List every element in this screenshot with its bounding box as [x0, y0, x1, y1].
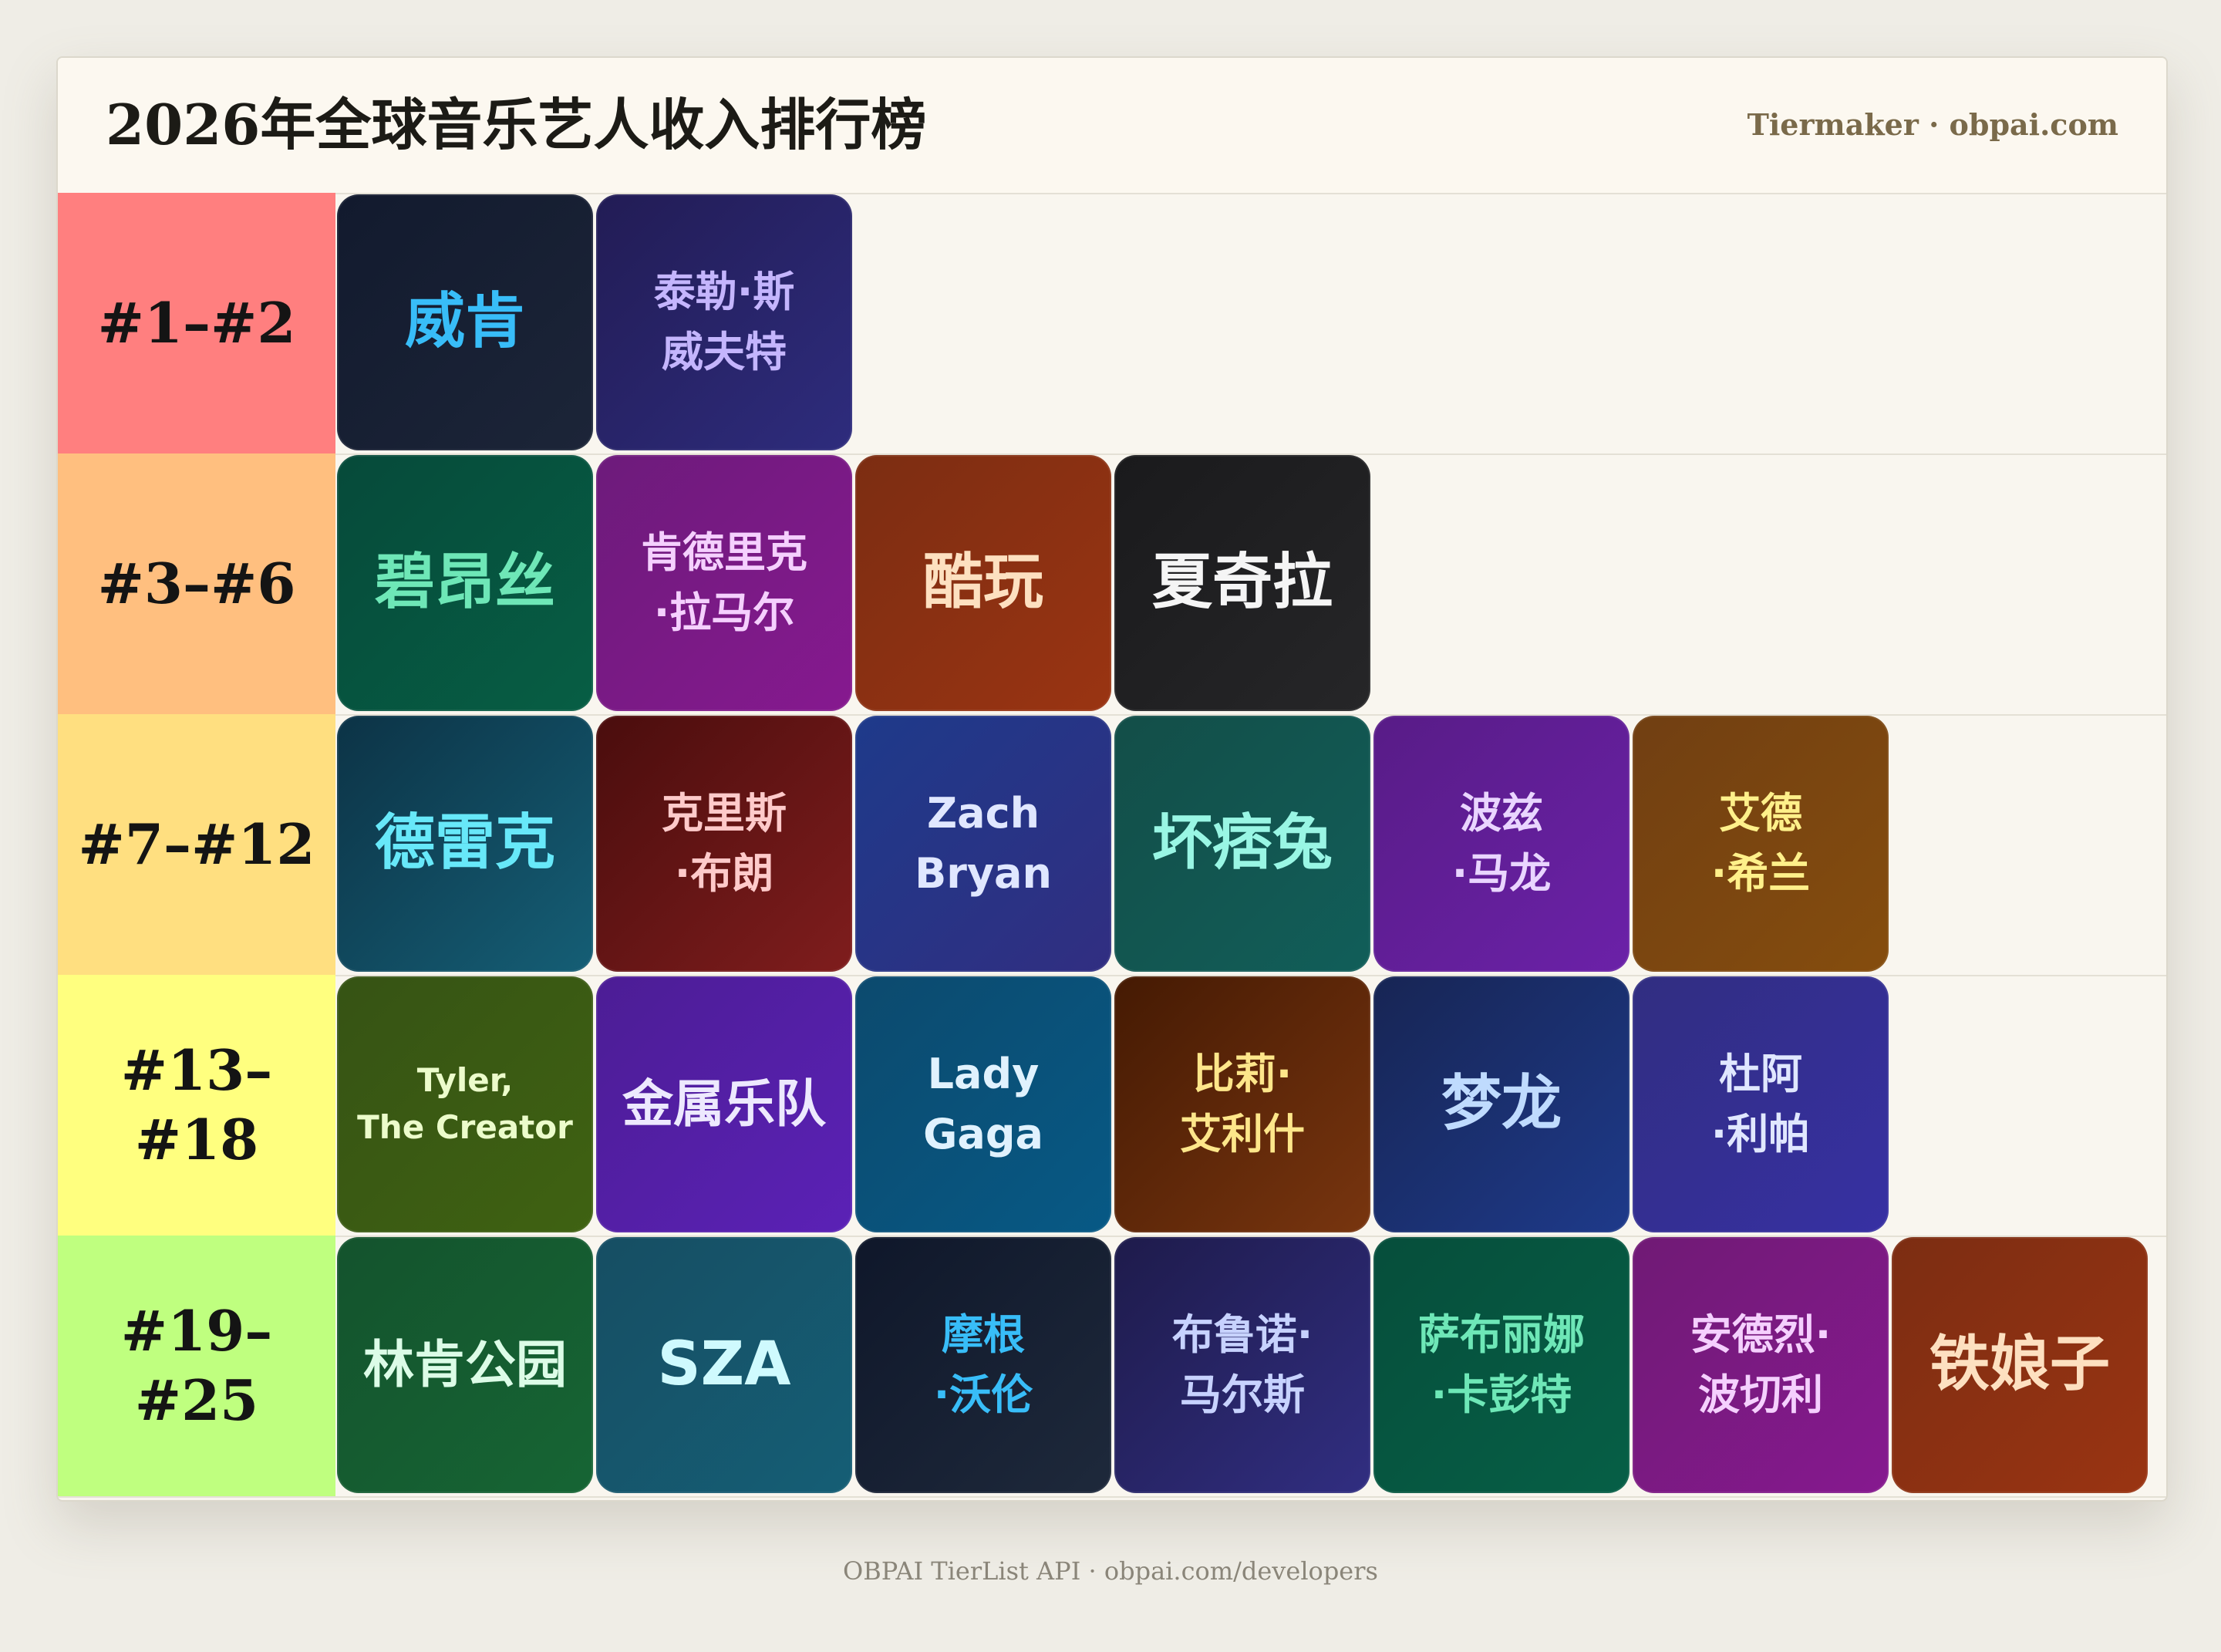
artist-tile[interactable]: 碧昂丝 — [337, 455, 593, 711]
artist-tile[interactable]: 酷玩 — [855, 455, 1111, 711]
artist-tile[interactable]: 布鲁诺· 马尔斯 — [1114, 1237, 1370, 1493]
artist-tile[interactable]: 威肯 — [337, 194, 593, 450]
artist-tile[interactable]: 波兹 ·马龙 — [1373, 716, 1630, 972]
tier-label: #19– #25 — [58, 1236, 335, 1496]
tier-label: #13– #18 — [58, 975, 335, 1236]
artist-tile[interactable]: 肯德里克 ·拉马尔 — [596, 455, 852, 711]
artist-tile[interactable]: Lady Gaga — [855, 976, 1111, 1232]
tier-label: #7–#12 — [58, 714, 335, 975]
footer-credit: OBPAI TierList API · obpai.com/developer… — [843, 1556, 1378, 1586]
artist-tile[interactable]: 萨布丽娜 ·卡彭特 — [1373, 1237, 1630, 1493]
tier-row: #19– #25 林肯公园 SZA 摩根 ·沃伦 布鲁诺· 马尔斯 萨布丽娜 ·卡彭特 安德烈· 波切… — [58, 1236, 2166, 1498]
tier-row: #7–#12 德雷克 克里斯 ·布朗 Zach Bryan 坏痞兔 波兹 ·马龙 艾德 ·希兰 — [58, 714, 2166, 976]
artist-tile[interactable]: 铁娘子 — [1892, 1237, 2148, 1493]
tier-label: #1–#2 — [58, 193, 335, 453]
tier-row: #13– #18 Tyler, The Creator 金属乐队 Lady Gaga 比莉· 艾… — [58, 975, 2166, 1237]
artist-tile[interactable]: 摩根 ·沃伦 — [855, 1237, 1111, 1493]
tier-label: #3–#6 — [58, 453, 335, 714]
artist-tile[interactable]: 杜阿 ·利帕 — [1633, 976, 1889, 1232]
artist-tile[interactable]: 克里斯 ·布朗 — [596, 716, 852, 972]
artist-tile[interactable]: 坏痞兔 — [1114, 716, 1370, 972]
artist-tile[interactable]: Zach Bryan — [855, 716, 1111, 972]
artist-tile[interactable]: 梦龙 — [1373, 976, 1630, 1232]
artist-tile[interactable]: 夏奇拉 — [1114, 455, 1370, 711]
brand-label: Tiermaker · obpai.com — [1747, 107, 2118, 142]
artist-tile[interactable]: Tyler, The Creator — [337, 976, 593, 1232]
artist-tile[interactable]: 金属乐队 — [596, 976, 852, 1232]
artist-tile[interactable]: 艾德 ·希兰 — [1633, 716, 1889, 972]
artist-tile[interactable]: SZA — [596, 1237, 852, 1493]
tier-row: #3–#6 碧昂丝 肯德里克 ·拉马尔 酷玩 夏奇拉 — [58, 453, 2166, 716]
artist-tile[interactable]: 林肯公园 — [337, 1237, 593, 1493]
artist-tile[interactable]: 德雷克 — [337, 716, 593, 972]
board-header: 2026年全球音乐艺人收入排行榜 Tiermaker · obpai.com — [58, 58, 2166, 194]
artist-tile[interactable]: 泰勒·斯 威夫特 — [596, 194, 852, 450]
tier-list-board: 2026年全球音乐艺人收入排行榜 Tiermaker · obpai.com #… — [56, 56, 2168, 1502]
page-title: 2026年全球音乐艺人收入排行榜 — [106, 92, 927, 157]
artist-tile[interactable]: 比莉· 艾利什 — [1114, 976, 1370, 1232]
artist-tile[interactable]: 安德烈· 波切利 — [1633, 1237, 1889, 1493]
tier-row: #1–#2 威肯 泰勒·斯 威夫特 — [58, 193, 2166, 455]
